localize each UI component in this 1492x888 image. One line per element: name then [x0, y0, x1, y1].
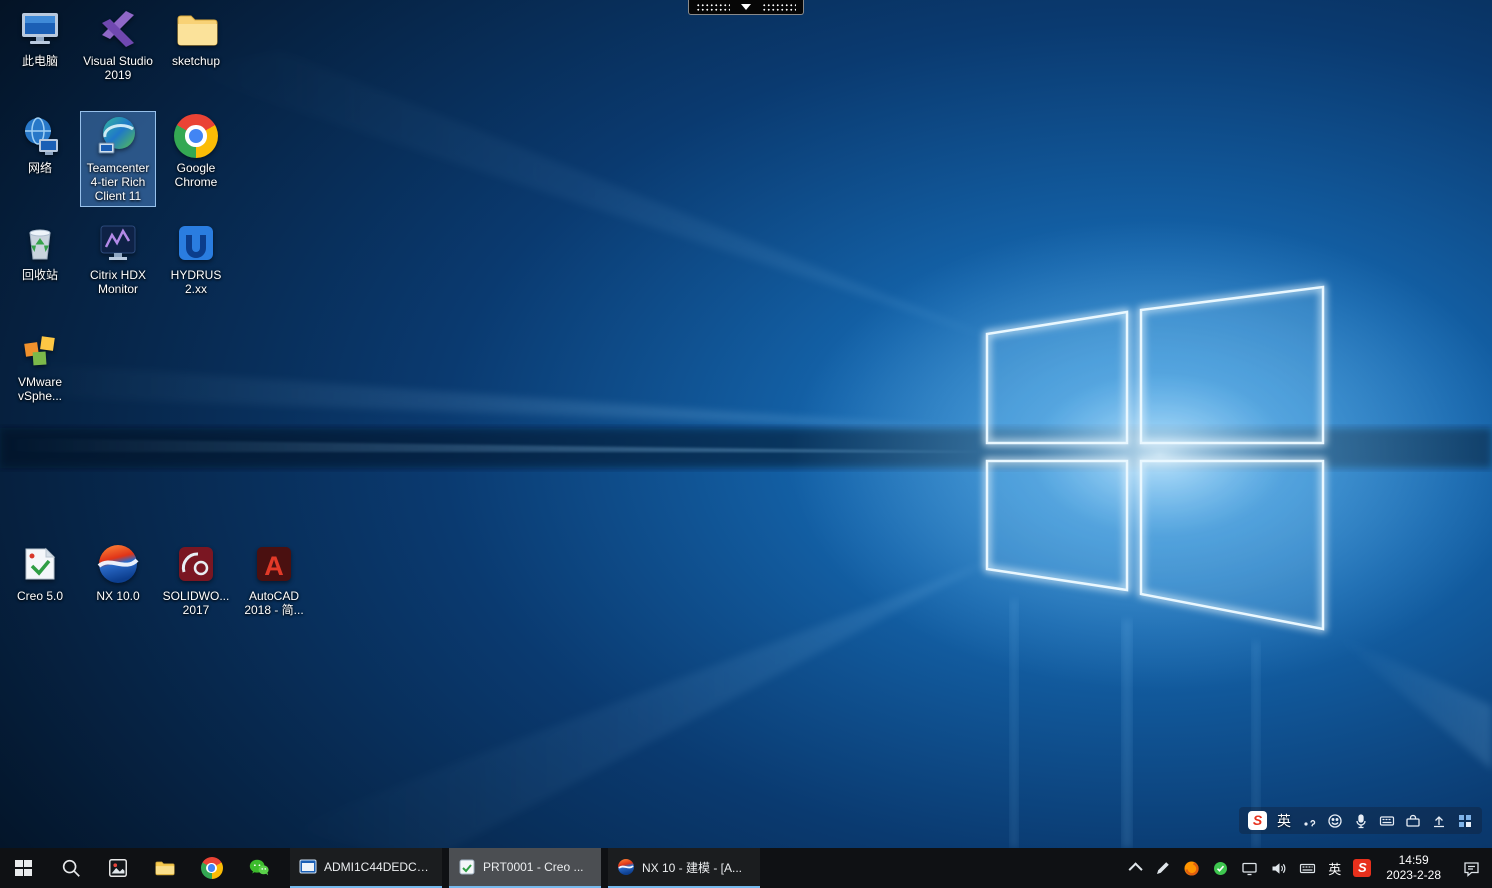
- folder-icon: [174, 7, 218, 51]
- desktop-icon-label: Google Chrome: [160, 161, 232, 189]
- creo-window-icon: [458, 858, 476, 876]
- desktop-icon-label: 网络: [28, 161, 52, 175]
- tray-sogou-icon[interactable]: S: [1347, 848, 1377, 888]
- hydrus-icon: [174, 221, 218, 265]
- tray-firefox-icon[interactable]: [1177, 848, 1206, 888]
- punctuation-icon[interactable]: [1301, 813, 1317, 829]
- hidden-icons-chevron[interactable]: [1126, 848, 1148, 888]
- desktop-icon-chrome[interactable]: Google Chrome: [158, 111, 234, 193]
- photos-icon: [107, 857, 129, 879]
- desktop-icon-label: Teamcenter 4-tier Rich Client 11: [82, 161, 154, 203]
- taskbar: ADMI1C44DEDCY... PRT0001 - Creo ... NX 1…: [0, 848, 1492, 888]
- citrix-monitor-icon: [96, 221, 140, 265]
- action-center-icon: [1463, 860, 1480, 877]
- desktop-icon-label: Visual Studio 2019: [82, 54, 154, 82]
- svg-text:A: A: [264, 551, 284, 581]
- desktop-icon-vmware[interactable]: VMware vSphe...: [2, 325, 78, 407]
- pinned-file-explorer-button[interactable]: [141, 848, 188, 888]
- pinned-photos-button[interactable]: [94, 848, 141, 888]
- desktop-icon-label: AutoCAD 2018 - 简...: [238, 589, 310, 617]
- desktop-icon-label: VMware vSphe...: [4, 375, 76, 403]
- microphone-icon[interactable]: [1353, 813, 1369, 829]
- solidworks-icon: [174, 542, 218, 586]
- tray-volume-icon[interactable]: [1264, 848, 1293, 888]
- visual-studio-icon: [96, 7, 140, 51]
- desktop-icon-solidworks[interactable]: SOLIDWO... 2017: [158, 539, 234, 621]
- system-tray: 英 S 14:59 2023-2-28: [1126, 848, 1492, 888]
- skin-grid-icon[interactable]: [1457, 813, 1473, 829]
- pull-down-arrow-icon: [741, 4, 751, 10]
- desktop-icon-sketchup[interactable]: sketchup: [158, 4, 234, 72]
- search-icon: [60, 857, 82, 879]
- taskbar-task-remote-window[interactable]: ADMI1C44DEDCY...: [290, 848, 442, 888]
- this-pc-icon: [18, 7, 62, 51]
- desktop-icon-autocad[interactable]: A AutoCAD 2018 - 简...: [236, 539, 312, 621]
- search-button[interactable]: [47, 848, 94, 888]
- toolbox-icon[interactable]: [1405, 813, 1421, 829]
- tray-ime-keyboard-icon[interactable]: [1293, 848, 1322, 888]
- nx-window-icon: [617, 858, 635, 876]
- taskbar-task-nx[interactable]: NX 10 - 建模 - [A...: [608, 848, 760, 888]
- file-explorer-icon: [154, 857, 176, 879]
- desktop-icon-this-pc[interactable]: 此电脑: [2, 4, 78, 72]
- wechat-icon: [248, 857, 270, 879]
- creo-icon: [18, 542, 62, 586]
- tray-status-icon[interactable]: [1206, 848, 1235, 888]
- desktop-icon-label: sketchup: [172, 54, 220, 68]
- soft-keyboard-icon[interactable]: [1379, 813, 1395, 829]
- vmware-icon: [18, 328, 62, 372]
- desktop-icon-recycle-bin[interactable]: 回收站: [2, 218, 78, 286]
- tray-language-indicator[interactable]: 英: [1322, 848, 1347, 888]
- remote-session-toolbar[interactable]: [688, 0, 804, 15]
- desktop-icon-creo[interactable]: Creo 5.0: [2, 539, 78, 607]
- dotted-grid-icon: [696, 2, 730, 12]
- desktop-icon-label: NX 10.0: [96, 589, 139, 603]
- desktop-icon-network[interactable]: 网络: [2, 111, 78, 179]
- tray-display-icon[interactable]: [1235, 848, 1264, 888]
- start-button[interactable]: [0, 848, 47, 888]
- desktop-icon-citrix-hdx[interactable]: Citrix HDX Monitor: [80, 218, 156, 300]
- desktop-icon-label: HYDRUS 2.xx: [160, 268, 232, 296]
- chevron-up-icon: [1129, 862, 1143, 876]
- recycle-bin-icon: [18, 221, 62, 265]
- task-label: NX 10 - 建模 - [A...: [642, 859, 742, 876]
- sogou-logo-icon[interactable]: S: [1248, 811, 1267, 830]
- taskbar-clock[interactable]: 14:59 2023-2-28: [1377, 848, 1450, 888]
- clock-date: 2023-2-28: [1386, 868, 1441, 883]
- chrome-icon: [201, 857, 223, 879]
- dotted-grid-icon: [762, 2, 796, 12]
- desktop: 此电脑 Visual Studio 2019 sketchup 网络 Teamc: [0, 0, 1492, 888]
- desktop-icon-nx[interactable]: NX 10.0: [80, 539, 156, 607]
- network-globe-icon: [18, 114, 62, 158]
- desktop-icon-label: Citrix HDX Monitor: [82, 268, 154, 296]
- desktop-icon-label: 回收站: [22, 268, 58, 282]
- ime-language-mode[interactable]: 英: [1277, 811, 1291, 831]
- desktop-icon-label: Creo 5.0: [17, 589, 63, 603]
- task-label: PRT0001 - Creo ...: [483, 860, 584, 874]
- nx-icon: [96, 542, 140, 586]
- desktop-icon-hydrus[interactable]: HYDRUS 2.xx: [158, 218, 234, 300]
- windows-logo-icon: [15, 860, 32, 877]
- update-arrow-icon[interactable]: [1431, 813, 1447, 829]
- clock-time: 14:59: [1399, 853, 1429, 868]
- emoji-icon[interactable]: [1327, 813, 1343, 829]
- desktop-icon-teamcenter[interactable]: Teamcenter 4-tier Rich Client 11: [80, 111, 156, 207]
- task-label: ADMI1C44DEDCY...: [324, 860, 433, 874]
- desktop-icon-label: SOLIDWO... 2017: [160, 589, 232, 617]
- pinned-chrome-button[interactable]: [188, 848, 235, 888]
- chrome-icon: [174, 114, 218, 158]
- desktop-icon-visual-studio[interactable]: Visual Studio 2019: [80, 4, 156, 86]
- remote-window-icon: [299, 858, 317, 876]
- desktop-icons: 此电脑 Visual Studio 2019 sketchup 网络 Teamc: [0, 0, 1492, 888]
- tray-pen-icon[interactable]: [1148, 848, 1177, 888]
- taskbar-task-creo[interactable]: PRT0001 - Creo ...: [449, 848, 601, 888]
- pinned-wechat-button[interactable]: [235, 848, 282, 888]
- action-center-button[interactable]: [1450, 848, 1492, 888]
- teamcenter-icon: [96, 114, 140, 158]
- autocad-icon: A: [252, 542, 296, 586]
- sogou-ime-toolbar[interactable]: S 英: [1239, 807, 1482, 834]
- desktop-icon-label: 此电脑: [22, 54, 58, 68]
